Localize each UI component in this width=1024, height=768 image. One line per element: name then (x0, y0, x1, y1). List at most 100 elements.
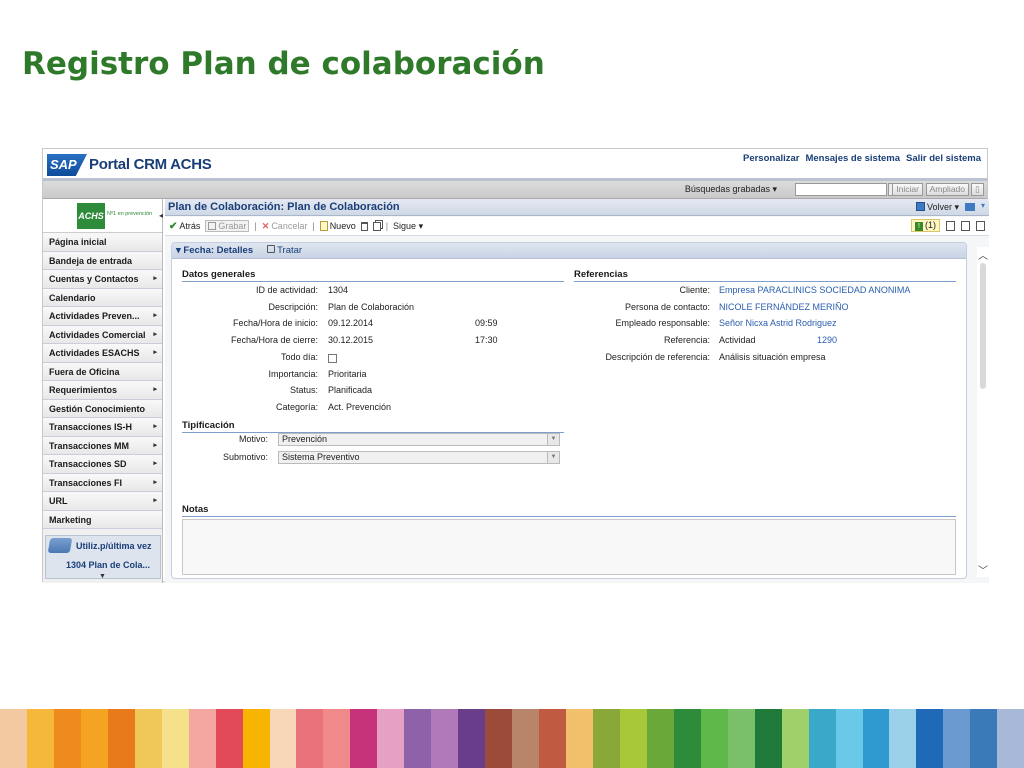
color-stripe (134, 709, 162, 768)
nuevo-button[interactable]: Nuevo (319, 221, 356, 231)
nav-item[interactable]: Transacciones IS-H ▸ (43, 418, 162, 437)
nav-scroll-down-icon[interactable]: ▼ (99, 573, 106, 580)
reference-link[interactable]: Empresa PARACLINICS SOCIEDAD ANONIMA (719, 285, 910, 295)
color-stripe (835, 709, 863, 768)
work-area: Plan de Colaboración: Plan de Colaboraci… (165, 199, 989, 583)
submotivo-row: Submotivo: Sistema Preventivo ▼ (172, 451, 572, 466)
search-bar: Búsquedas grabadas ▾ ▾ Iniciar Ampliado … (43, 181, 987, 199)
color-stripe (700, 709, 728, 768)
nav-item[interactable]: Transacciones FI ▸ (43, 473, 162, 492)
nav-item-label: Actividades Preven... (49, 311, 140, 321)
notas-heading: Notas (182, 504, 956, 517)
nav-item[interactable]: Requerimientos ▸ (43, 381, 162, 400)
field-time-value: 17:30 (475, 335, 498, 346)
sap-logo: SAP (47, 154, 87, 176)
chevron-right-icon: ▸ (153, 460, 157, 467)
nav-item[interactable]: Actividades Preven... ▸ (43, 307, 162, 326)
mensajes-sistema-link[interactable]: Mensajes de sistema (805, 153, 900, 164)
volver-button[interactable]: Volver ▾ (915, 202, 959, 213)
reference-link[interactable]: Señor Nicxa Astrid Rodriguez (719, 318, 837, 328)
submotivo-select[interactable]: Sistema Preventivo ▼ (278, 451, 560, 464)
todo-dia-checkbox[interactable] (328, 353, 337, 363)
color-stripe (781, 709, 809, 768)
page-title-bar: Plan de Colaboración: Plan de Colaboraci… (165, 199, 989, 216)
tratar-label: Tratar (277, 245, 303, 256)
toolbar-separator: | (312, 221, 315, 231)
general-field-row: Fecha/Hora de cierre: 30.12.2015 17:30 (172, 335, 572, 349)
notas-textarea[interactable] (182, 519, 956, 575)
nav-item-label: Bandeja de entrada (49, 255, 133, 266)
recently-used-title: Utiliz.p/última vez (76, 541, 152, 551)
vertical-scrollbar[interactable]: ︿ ﹀ (977, 247, 989, 577)
motivo-select[interactable]: Prevención ▼ (278, 433, 560, 446)
color-stripe (485, 709, 513, 768)
general-field-row: Categoría: Act. Prevención (172, 402, 572, 416)
chevron-right-icon: ▸ (153, 275, 157, 282)
field-time-value: 09:59 (475, 318, 498, 329)
alerts-badge[interactable]: ! (1) (911, 219, 940, 232)
scroll-up-icon[interactable]: ︿ (978, 247, 988, 262)
nav-item-label: URL (49, 496, 68, 506)
delete-button[interactable] (360, 221, 368, 231)
nav-item[interactable]: Fuera de Oficina (43, 362, 162, 381)
scroll-down-icon[interactable]: ﹀ (978, 562, 988, 577)
saved-searches-dropdown[interactable]: Búsquedas grabadas ▾ (685, 184, 777, 195)
copy-button[interactable] (372, 221, 381, 231)
reference-id-link[interactable]: 1290 (817, 335, 837, 345)
color-stripe (323, 709, 351, 768)
nav-item[interactable]: Transacciones MM ▸ (43, 436, 162, 455)
copy-icon (372, 221, 381, 231)
nav-item[interactable]: Actividades Comercial ▸ (43, 325, 162, 344)
field-label: Descripción: (268, 301, 318, 312)
nav-item-label: Actividades Comercial (49, 329, 146, 340)
nav-item-label: Actividades ESACHS (49, 348, 140, 358)
collapse-nav-icon[interactable]: ◂ (159, 211, 163, 220)
alert-flag-icon: ! (915, 222, 923, 231)
nav-item[interactable]: Gestión Conocimiento (43, 399, 162, 418)
color-stripe (592, 709, 620, 768)
nav-item[interactable]: Calendario (43, 288, 162, 307)
history-dropdown-icon[interactable]: ▾ (981, 201, 985, 210)
field-value: 1304 (328, 285, 349, 295)
field-value: Prioritaria (328, 368, 367, 379)
reference-link[interactable]: NICOLE FERNÁNDEZ MERIÑO (719, 302, 849, 312)
search-input[interactable] (795, 183, 887, 196)
grabar-button[interactable]: Grabar (205, 220, 250, 232)
datos-generales-heading: Datos generales (182, 269, 564, 282)
personalizar-link[interactable]: Personalizar (743, 153, 800, 164)
field-value: 30.12.2015 (328, 335, 374, 346)
iniciar-button[interactable]: Iniciar (892, 183, 923, 196)
attach-icon[interactable] (961, 220, 970, 231)
toolbar-separator: | (385, 221, 389, 231)
history-icon[interactable] (965, 203, 975, 211)
nav-item[interactable]: Marketing (43, 510, 162, 529)
print-icon[interactable] (976, 220, 985, 231)
header-links: Personalizar Mensajes de sistema Salir d… (743, 153, 981, 164)
recent-item-link[interactable]: 1304 Plan de Cola... (66, 560, 150, 570)
nav-item[interactable]: URL ▸ (43, 492, 162, 511)
grabar-label: Grabar (218, 221, 247, 231)
cancelar-button[interactable]: ✕ Cancelar (262, 221, 308, 232)
scrollbar-thumb[interactable] (980, 263, 986, 389)
field-label: Descripción de referencia: (605, 351, 710, 362)
atras-button[interactable]: ✔ Atrás (169, 221, 200, 232)
sigue-dropdown[interactable]: Sigue ▾ (393, 221, 423, 232)
color-stripe (754, 709, 782, 768)
toolbar-right: ! (1) (911, 219, 985, 232)
nav-item[interactable]: Actividades ESACHS ▸ (43, 344, 162, 363)
notes-icon[interactable] (946, 220, 955, 231)
nuevo-label: Nuevo (329, 221, 356, 231)
nav-item[interactable]: Bandeja de entrada (43, 251, 162, 270)
tratar-button[interactable]: Tratar (267, 245, 302, 256)
nav-item[interactable]: Transacciones SD ▸ (43, 455, 162, 474)
chevron-right-icon: ▸ (153, 330, 157, 338)
reference-field-row: Cliente: Empresa PARACLINICS SOCIEDAD ANO… (564, 285, 964, 299)
salir-sistema-link[interactable]: Salir del sistema (906, 153, 981, 164)
nav-item[interactable]: Página inicial (43, 233, 162, 252)
nav-item[interactable]: Cuentas y Contactos ▸ (43, 270, 162, 289)
clear-search-icon[interactable]: ▯ (971, 183, 984, 196)
color-stripe (619, 709, 647, 768)
color-stripe (0, 709, 27, 768)
panel-title[interactable]: ▾ Fecha: Detalles (176, 245, 253, 256)
ampliado-button[interactable]: Ampliado (925, 183, 969, 196)
